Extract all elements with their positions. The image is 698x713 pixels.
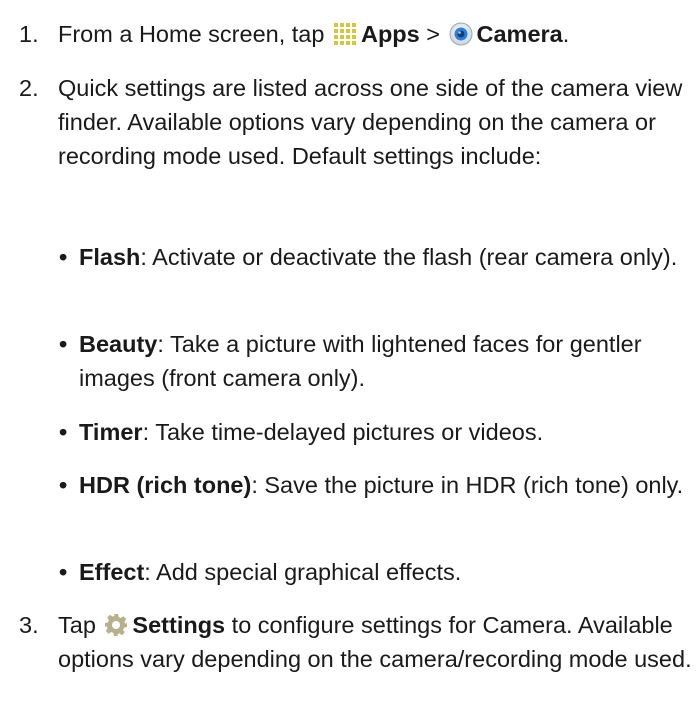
bullet-dot: • [59,419,68,445]
bullet-hdr: • HDR (rich tone): Save the picture in H… [59,468,695,502]
bullet-desc: : Take time-delayed pictures or videos. [142,419,544,445]
step-1: 1. From a Home screen, tap Apps > Camera… [19,17,694,51]
camera-app-icon [449,22,473,46]
step-3: 3. Tap Settings to configure settings fo… [19,608,694,676]
bullet-term: HDR (rich tone) [79,472,252,498]
apps-label: Apps [360,21,420,47]
bullet-timer: • Timer: Take time-delayed pictures or v… [59,415,695,449]
bullet-beauty: • Beauty: Take a picture with lightened … [59,327,695,395]
bullet-dot: • [59,244,68,270]
bullet-desc: : Save the picture in HDR (rich tone) on… [251,472,684,498]
settings-label: Settings [132,612,226,638]
bullet-effect: • Effect: Add special graphical effects. [59,555,695,589]
step-text: From a Home screen, tap Apps > Camera. [58,17,694,51]
separator: > [426,21,440,47]
step-number: 1. [19,21,39,47]
instruction-document: 1. From a Home screen, tap Apps > Camera… [0,0,698,713]
step-1-suffix: . [562,21,570,47]
bullet-term: Timer [79,419,143,445]
step-3-prefix: Tap [58,612,96,638]
bullet-dot: • [59,472,68,498]
camera-label: Camera [476,21,563,47]
apps-grid-icon [333,22,357,46]
step-text: Quick settings are listed across one sid… [58,75,683,169]
step-2: 2. Quick settings are listed across one … [19,71,694,173]
bullet-term: Effect [79,559,145,585]
step-text: Tap Settings to configure settings for C… [58,608,694,676]
step-number: 3. [19,612,39,638]
bullet-desc: : Add special graphical effects. [144,559,462,585]
bullet-term: Beauty [79,331,158,357]
bullet-desc: : Take a picture with lightened faces fo… [79,331,642,391]
bullet-dot: • [59,331,68,357]
bullet-desc: : Activate or deactivate the flash (rear… [140,244,678,270]
step-1-prefix: From a Home screen, tap [58,21,325,47]
bullet-term: Flash [79,244,141,270]
bullet-flash: • Flash: Activate or deactivate the flas… [59,240,695,274]
bullet-dot: • [59,559,68,585]
step-number: 2. [19,75,39,101]
settings-gear-icon [104,613,128,637]
